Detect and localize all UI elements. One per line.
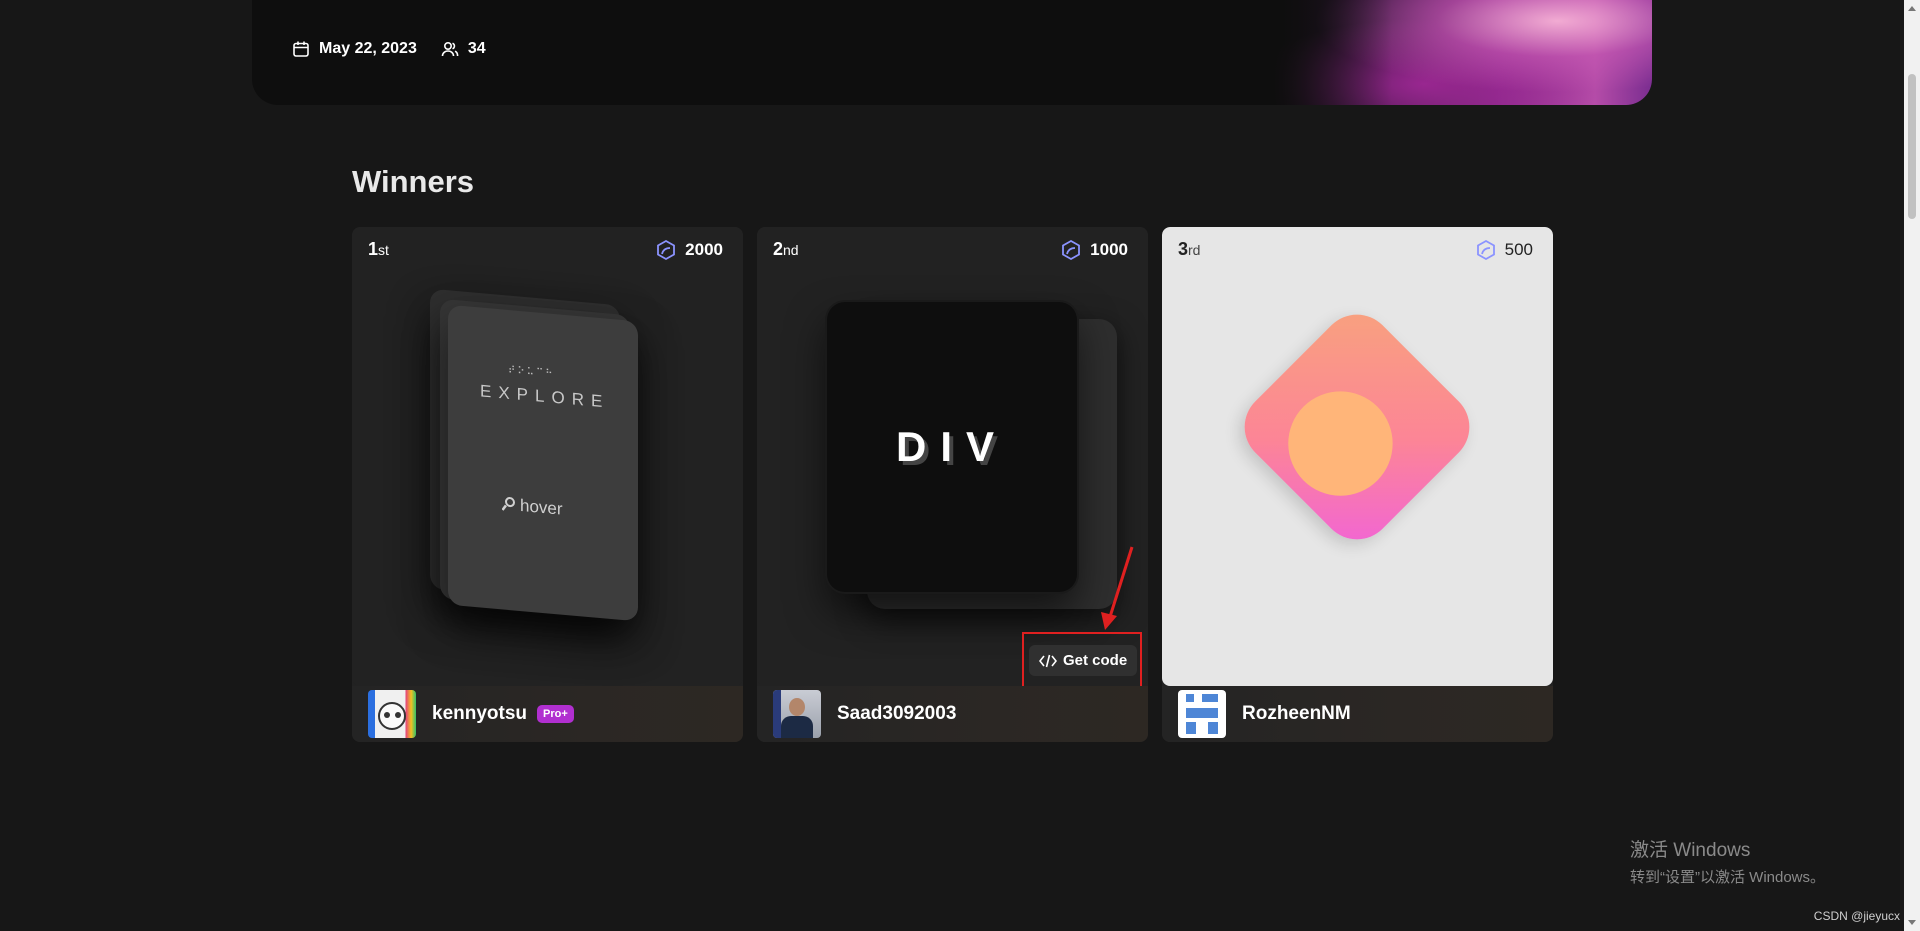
sun-circle xyxy=(1288,391,1393,496)
avatar[interactable] xyxy=(1178,690,1226,738)
watermark-title: 激活 Windows xyxy=(1630,840,1751,861)
avatar[interactable] xyxy=(368,690,416,738)
challenge-date: May 22, 2023 xyxy=(319,40,417,57)
author-row[interactable]: Saad3092003 xyxy=(757,686,1148,742)
points-display: 2000 xyxy=(655,239,723,261)
winners-list: 1st 2000 ⠞⠕⠥⠉⠓ EXPLORE hover kennyotsu P… xyxy=(352,227,1553,742)
author-name[interactable]: RozheenNM xyxy=(1242,703,1351,725)
rank-suffix: nd xyxy=(783,242,799,258)
magnifier-icon xyxy=(502,497,515,511)
scroll-down-arrow-icon[interactable] xyxy=(1908,920,1916,925)
points-display: 1000 xyxy=(1060,239,1128,261)
author-row[interactable]: RozheenNM xyxy=(1162,686,1553,742)
rank-label: 2nd xyxy=(773,239,799,260)
points-value: 1000 xyxy=(1090,240,1128,259)
points-icon xyxy=(1062,239,1081,261)
get-code-button[interactable]: Get code xyxy=(1029,645,1138,676)
rank-label: 3rd xyxy=(1178,239,1200,260)
points-display: 500 xyxy=(1475,239,1533,261)
users-icon xyxy=(441,41,459,57)
author-name[interactable]: Saad3092003 xyxy=(837,703,956,725)
watermark-subtitle: 转到“设置”以激活 Windows。 xyxy=(1630,869,1826,886)
csdn-credit: CSDN @jieyucx xyxy=(1813,909,1900,923)
points-icon xyxy=(657,239,676,261)
calendar-icon xyxy=(293,41,309,57)
windows-activation-watermark: 激活 Windows 转到“设置”以激活 Windows。 xyxy=(1630,835,1825,887)
rank-number: 1 xyxy=(368,239,379,259)
div-card-front: DIV xyxy=(827,302,1077,592)
rank-label: 1st xyxy=(368,239,389,260)
rank-suffix: rd xyxy=(1188,242,1201,258)
rank-number: 3 xyxy=(1178,239,1189,259)
scroll-thumb[interactable] xyxy=(1908,74,1916,219)
rank-suffix: st xyxy=(378,242,389,258)
banner-meta: May 22, 2023 34 xyxy=(292,40,486,58)
card-preview[interactable]: 1st 2000 ⠞⠕⠥⠉⠓ EXPLORE hover xyxy=(352,227,743,686)
participants-meta: 34 xyxy=(441,40,486,58)
code-icon xyxy=(1039,654,1057,667)
winner-card-2nd[interactable]: 2nd 1000 DIV Get code Saad3092003 xyxy=(757,227,1148,742)
annotation-arrow xyxy=(1101,546,1134,630)
div-text: DIV xyxy=(895,423,1008,470)
participant-count: 34 xyxy=(467,40,486,57)
gradient-diamond-art xyxy=(1229,299,1485,555)
winner-card-1st[interactable]: 1st 2000 ⠞⠕⠥⠉⠓ EXPLORE hover kennyotsu P… xyxy=(352,227,743,742)
winner-card-3rd[interactable]: 3rd 500 RozheenNM xyxy=(1162,227,1553,742)
hover-label: hover xyxy=(520,495,563,519)
card-preview[interactable]: 3rd 500 xyxy=(1162,227,1553,686)
banner-artwork xyxy=(1272,0,1652,105)
page-scrollbar[interactable] xyxy=(1904,0,1920,931)
rank-number: 2 xyxy=(773,239,784,259)
pro-badge: Pro+ xyxy=(537,705,574,723)
avatar[interactable] xyxy=(773,690,821,738)
date-meta: May 22, 2023 xyxy=(292,40,417,58)
points-icon xyxy=(1476,239,1495,261)
winners-heading: Winners xyxy=(352,164,475,199)
scroll-up-arrow-icon[interactable] xyxy=(1908,6,1916,11)
author-row[interactable]: kennyotsu Pro+ xyxy=(352,686,743,742)
points-value: 2000 xyxy=(685,240,723,259)
points-value: 500 xyxy=(1504,240,1533,259)
explore-card-art: ⠞⠕⠥⠉⠓ EXPLORE hover xyxy=(430,288,650,622)
author-name[interactable]: kennyotsu xyxy=(432,703,527,725)
card-preview[interactable]: 2nd 1000 DIV Get code xyxy=(757,227,1148,690)
get-code-label: Get code xyxy=(1063,652,1128,669)
challenge-banner: May 22, 2023 34 xyxy=(252,0,1652,105)
